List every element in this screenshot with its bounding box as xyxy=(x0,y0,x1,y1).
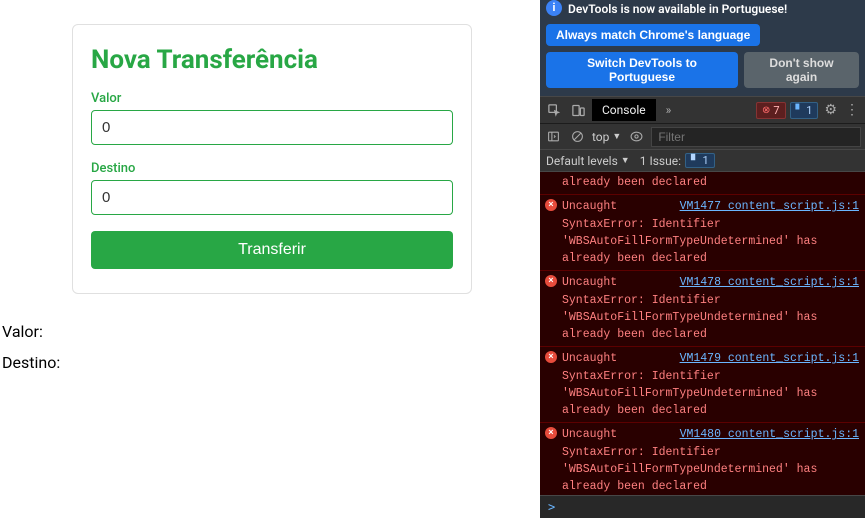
error-head: Uncaught xyxy=(562,428,617,441)
error-head: Uncaught xyxy=(562,200,617,213)
error-text: already been declared xyxy=(562,176,707,189)
inspect-element-icon[interactable] xyxy=(544,100,564,120)
transfer-button[interactable]: Transferir xyxy=(91,231,453,269)
gear-icon[interactable]: ⚙ xyxy=(822,102,839,118)
source-link[interactable]: VM1479 content_script.js:1 xyxy=(680,350,859,367)
transfer-card: Nova Transferência Valor Destino Transfe… xyxy=(72,24,472,294)
device-toolbar-icon[interactable] xyxy=(568,100,588,120)
error-head: Uncaught xyxy=(562,276,617,289)
output-section: Valor: Destino: xyxy=(2,322,540,372)
error-icon: × xyxy=(545,351,557,363)
banner-switch-button[interactable]: Switch DevTools to Portuguese xyxy=(546,52,738,88)
error-icon: × xyxy=(545,275,557,287)
error-head: Uncaught xyxy=(562,352,617,365)
levels-bar: Default levels ▼ 1 Issue: ▘1 xyxy=(540,150,865,172)
page-content: Nova Transferência Valor Destino Transfe… xyxy=(0,0,540,518)
log-levels-selector[interactable]: Default levels ▼ xyxy=(546,154,630,168)
devtools-panel: i DevTools is now available in Portugues… xyxy=(540,0,865,518)
source-link[interactable]: VM1480 content_script.js:1 xyxy=(680,426,859,443)
context-selector[interactable]: top ▼ xyxy=(592,130,621,144)
error-text: already been declared xyxy=(562,252,707,265)
console-prompt[interactable]: > xyxy=(540,495,865,518)
sidebar-toggle-icon[interactable] xyxy=(544,128,562,146)
issues-link[interactable]: 1 Issue: ▘1 xyxy=(640,153,715,168)
console-error-entry[interactable]: already been declared xyxy=(540,172,865,194)
banner-title-text: DevTools is now available in Portuguese! xyxy=(568,2,787,16)
devtools-toolbar: Console » 7 1 ⚙ ⋮ xyxy=(540,96,865,124)
prompt-chevron-icon: > xyxy=(548,500,555,514)
tab-console[interactable]: Console xyxy=(592,99,656,121)
destino-label: Destino xyxy=(91,161,453,176)
console-log[interactable]: already been declared × VM1477 content_scr… xyxy=(540,172,865,495)
error-text: 'WBSAutoFillFormTypeUndetermined' has xyxy=(562,311,817,324)
error-text: already been declared xyxy=(562,480,707,493)
valor-label: Valor xyxy=(91,91,453,106)
console-error-entry[interactable]: × VM1479 content_script.js:1 Uncaught Synta… xyxy=(540,346,865,422)
error-text: already been declared xyxy=(562,328,707,341)
source-link[interactable]: VM1477 content_script.js:1 xyxy=(680,198,859,215)
banner-buttons: Always match Chrome's language Switch De… xyxy=(540,20,865,96)
error-text: SyntaxError: Identifier xyxy=(562,370,721,383)
error-icon: × xyxy=(545,199,557,211)
filter-input[interactable] xyxy=(651,127,861,147)
error-text: SyntaxError: Identifier xyxy=(562,218,721,231)
console-toolbar: top ▼ xyxy=(540,124,865,150)
error-text: 'WBSAutoFillFormTypeUndetermined' has xyxy=(562,235,817,248)
live-expression-icon[interactable] xyxy=(627,128,645,146)
output-destino: Destino: xyxy=(2,353,540,372)
banner-always-match-button[interactable]: Always match Chrome's language xyxy=(546,24,760,46)
error-text: SyntaxError: Identifier xyxy=(562,294,721,307)
console-error-entry[interactable]: × VM1478 content_script.js:1 Uncaught Synta… xyxy=(540,270,865,346)
chevron-down-icon: ▼ xyxy=(621,155,630,166)
error-text: 'WBSAutoFillFormTypeUndetermined' has xyxy=(562,387,817,400)
source-link[interactable]: VM1478 content_script.js:1 xyxy=(680,274,859,291)
valor-input[interactable] xyxy=(91,110,453,145)
console-error-entry[interactable]: × VM1480 content_script.js:1 Uncaught Synta… xyxy=(540,422,865,495)
info-icon: i xyxy=(546,0,562,16)
more-tabs-icon[interactable]: » xyxy=(660,103,678,117)
kebab-menu-icon[interactable]: ⋮ xyxy=(843,102,861,118)
devtools-banner: i DevTools is now available in Portugues… xyxy=(540,0,865,20)
error-text: SyntaxError: Identifier xyxy=(562,446,721,459)
destino-input[interactable] xyxy=(91,180,453,215)
chevron-down-icon: ▼ xyxy=(612,131,621,142)
message-count-badge[interactable]: 1 xyxy=(790,102,819,119)
error-text: 'WBSAutoFillFormTypeUndetermined' has xyxy=(562,463,817,476)
error-text: already been declared xyxy=(562,404,707,417)
clear-console-icon[interactable] xyxy=(568,128,586,146)
output-valor: Valor: xyxy=(2,322,540,341)
console-error-entry[interactable]: × VM1477 content_script.js:1 Uncaught Synta… xyxy=(540,194,865,270)
card-title: Nova Transferência xyxy=(91,45,453,75)
banner-dismiss-button[interactable]: Don't show again xyxy=(744,52,859,88)
error-icon: × xyxy=(545,427,557,439)
error-count-badge[interactable]: 7 xyxy=(756,102,786,119)
